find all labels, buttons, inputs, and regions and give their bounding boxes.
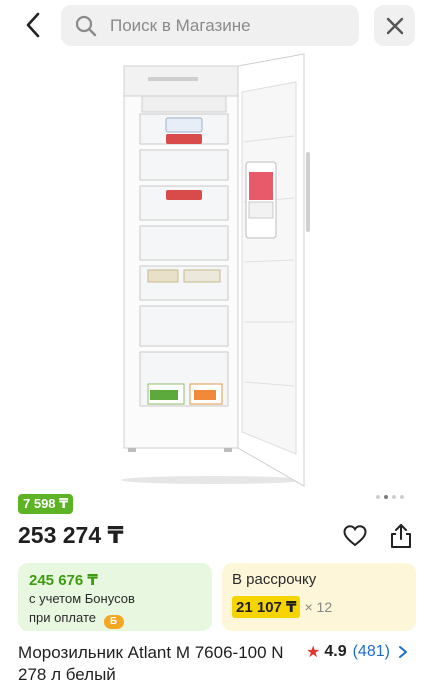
close-icon <box>386 17 403 34</box>
installment-monthly-amount: 21 107 ₸ <box>232 596 301 618</box>
gallery-dot[interactable] <box>400 495 404 499</box>
installment-months: × 12 <box>304 599 333 615</box>
heart-icon <box>343 525 367 547</box>
product-title-row: Морозильник Atlant М 7606-100 N 278 л бе… <box>18 642 418 686</box>
installment-row: 21 107 ₸ × 12 <box>232 596 406 618</box>
back-button[interactable] <box>18 10 48 40</box>
favorite-button[interactable] <box>342 523 368 549</box>
share-icon <box>391 524 411 548</box>
review-count[interactable]: (481) <box>353 643 390 661</box>
bonus-coin-icon: Б <box>103 615 124 629</box>
gallery-pagination <box>376 495 404 499</box>
search-input[interactable]: Поиск в Магазине <box>61 5 359 46</box>
rating-score: 4.9 <box>324 643 347 660</box>
installment-card[interactable]: В рассрочку 21 107 ₸ × 12 <box>222 563 416 631</box>
share-button[interactable] <box>388 522 414 550</box>
close-button[interactable] <box>374 5 415 46</box>
product-title: Морозильник Atlant М 7606-100 N 278 л бе… <box>18 643 284 684</box>
star-icon: ★ <box>306 644 321 661</box>
bonus-note-line1: с учетом Бонусов <box>29 591 135 606</box>
freezer-image <box>121 53 310 487</box>
bonus-note-line2: при оплате Б <box>29 609 201 629</box>
top-bar: Поиск в Магазине <box>0 0 434 52</box>
product-price: 253 274 ₸ <box>18 522 124 548</box>
search-placeholder: Поиск в Магазине <box>110 15 251 35</box>
installment-title: В рассрочку <box>232 571 317 588</box>
bonus-note-text: при оплате <box>29 610 96 625</box>
bonus-price-card[interactable]: 245 676 ₸ с учетом Бонусов при оплате Б <box>18 563 212 631</box>
bonus-badge: 7 598 ₸ <box>18 494 74 514</box>
search-icon <box>75 15 97 36</box>
chevron-right-icon <box>398 646 407 658</box>
gallery-dot[interactable] <box>392 495 396 499</box>
chevron-left-icon <box>26 12 40 38</box>
rating-summary[interactable]: ★ 4.9 (481) <box>306 642 408 662</box>
gallery-dot[interactable] <box>376 495 380 499</box>
product-image[interactable] <box>118 52 314 488</box>
gallery-dot-active[interactable] <box>384 495 388 499</box>
bonus-price-amount: 245 676 ₸ <box>29 572 98 589</box>
